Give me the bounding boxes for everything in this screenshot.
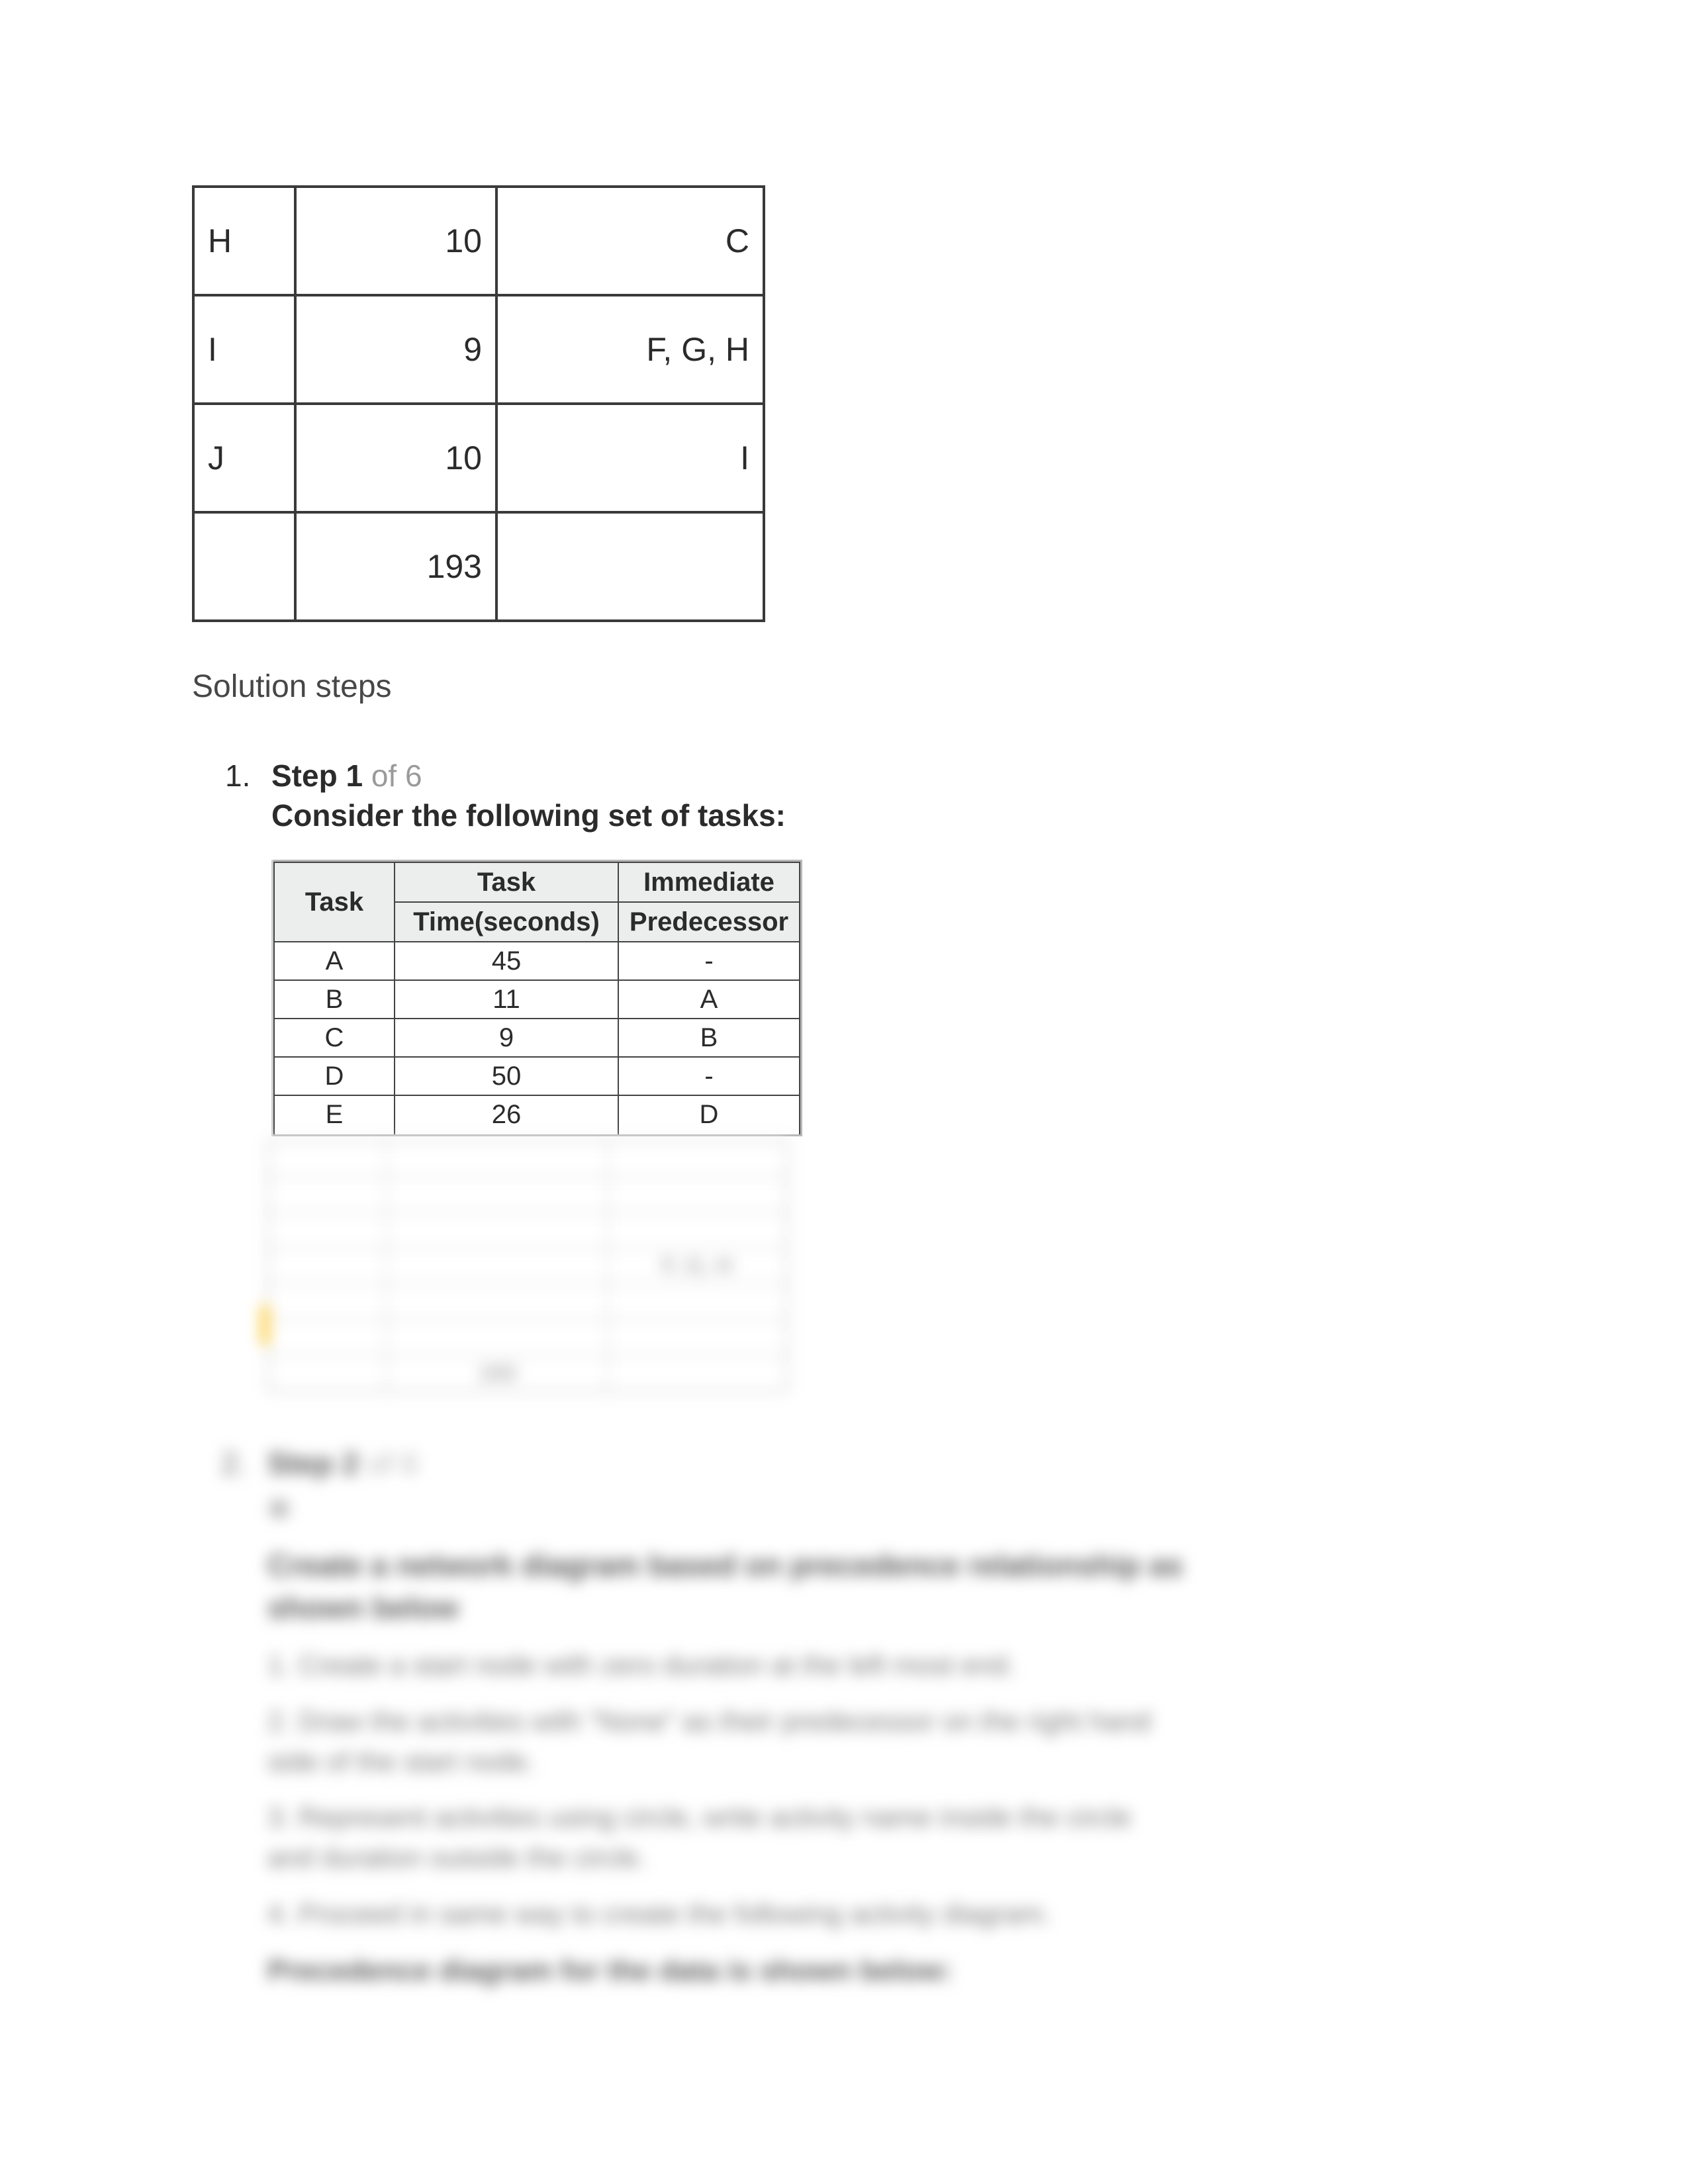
blurred-bold-line: Precedence diagram for the data is shown…: [267, 1954, 1496, 1987]
blurred-line: 4. Proceed in same way to create the fol…: [267, 1894, 1496, 1934]
time-cell: 10: [295, 404, 496, 512]
task-cell: I: [193, 295, 295, 404]
time-cell: 11: [395, 980, 618, 1019]
step-label-bold: Step 1: [271, 758, 363, 793]
selection-indicator: [261, 1305, 269, 1345]
table-row-partial: E 26 D: [274, 1095, 800, 1134]
blurred-symbol: ⊕: [267, 1492, 1496, 1524]
step-subtitle: Consider the following set of tasks:: [271, 797, 1496, 833]
time-cell: 193: [295, 512, 496, 621]
step-label-light: of 6: [359, 1446, 418, 1480]
task-cell: J: [193, 404, 295, 512]
blurred-heading: Create a network diagram based on preced…: [267, 1544, 1496, 1629]
task-cell: H: [193, 187, 295, 295]
table-row: D 50 -: [274, 1057, 800, 1095]
pred-cell: I: [496, 404, 764, 512]
task-cell: A: [274, 942, 395, 980]
blurred-line: 3. Represent activities using circle, wr…: [267, 1797, 1496, 1878]
task-sheet: Task Task Immediate Time(seconds) Predec…: [271, 860, 802, 1136]
table-row: H 10 C: [193, 187, 764, 295]
table-row: I 9 F, G, H: [193, 295, 764, 404]
table-row: B 11 A: [274, 980, 800, 1019]
blurred-step-2: 2. Step 2 of 6 ⊕ Create a network diagra…: [267, 1445, 1496, 1987]
pred-cell: C: [496, 187, 764, 295]
time-cell: 9: [395, 1019, 618, 1057]
list-number: 2.: [221, 1445, 246, 1481]
table-row: A 45 -: [274, 942, 800, 980]
blurred-line: 2. Draw the activities with "None" as th…: [267, 1702, 1496, 1782]
step-1: 1. Step 1 of 6 Consider the following se…: [271, 758, 1496, 1987]
task-cell: C: [274, 1019, 395, 1057]
header-pred-l2: Predecessor: [618, 902, 800, 942]
step-label-bold: Step 2: [267, 1446, 359, 1480]
table-row: C 9 B: [274, 1019, 800, 1057]
header-task: Task: [274, 862, 395, 942]
time-cell: 10: [295, 187, 496, 295]
time-cell: 50: [395, 1057, 618, 1095]
pred-cell: -: [618, 1057, 800, 1095]
time-cell: 45: [395, 942, 618, 980]
pred-cell: D: [618, 1095, 800, 1134]
document-page: H 10 C I 9 F, G, H J 10 I 193 Solution s…: [0, 0, 1688, 2184]
header-time-l2: Time(seconds): [395, 902, 618, 942]
pred-cell: [496, 512, 764, 621]
blurred-line: 1. Create a start node with zero duratio…: [267, 1645, 1496, 1686]
pred-cell: B: [618, 1019, 800, 1057]
pred-cell: -: [618, 942, 800, 980]
header-time-l1: Task: [395, 862, 618, 902]
blurred-content: F, G, H 193 2. Step 2 of 6 ⊕ Create a ne…: [267, 1140, 1496, 1987]
task-cell: [193, 512, 295, 621]
step-title: Step 2 of 6: [267, 1445, 1496, 1481]
step-label-light: of 6: [363, 758, 422, 793]
task-cell: B: [274, 980, 395, 1019]
step-title: Step 1 of 6: [271, 758, 1496, 794]
time-cell: 9: [295, 295, 496, 404]
table-row: 193: [193, 512, 764, 621]
table-row: J 10 I: [193, 404, 764, 512]
solution-steps-label: Solution steps: [192, 668, 1496, 705]
task-cell: E: [274, 1095, 395, 1134]
task-cell: D: [274, 1057, 395, 1095]
pred-cell: A: [618, 980, 800, 1019]
header-pred-l1: Immediate: [618, 862, 800, 902]
list-number: 1.: [225, 758, 250, 794]
pred-cell: F, G, H: [496, 295, 764, 404]
task-table: H 10 C I 9 F, G, H J 10 I 193: [192, 185, 765, 622]
time-cell: 26: [395, 1095, 618, 1134]
blurred-sheet: F, G, H 193: [267, 1140, 788, 1392]
